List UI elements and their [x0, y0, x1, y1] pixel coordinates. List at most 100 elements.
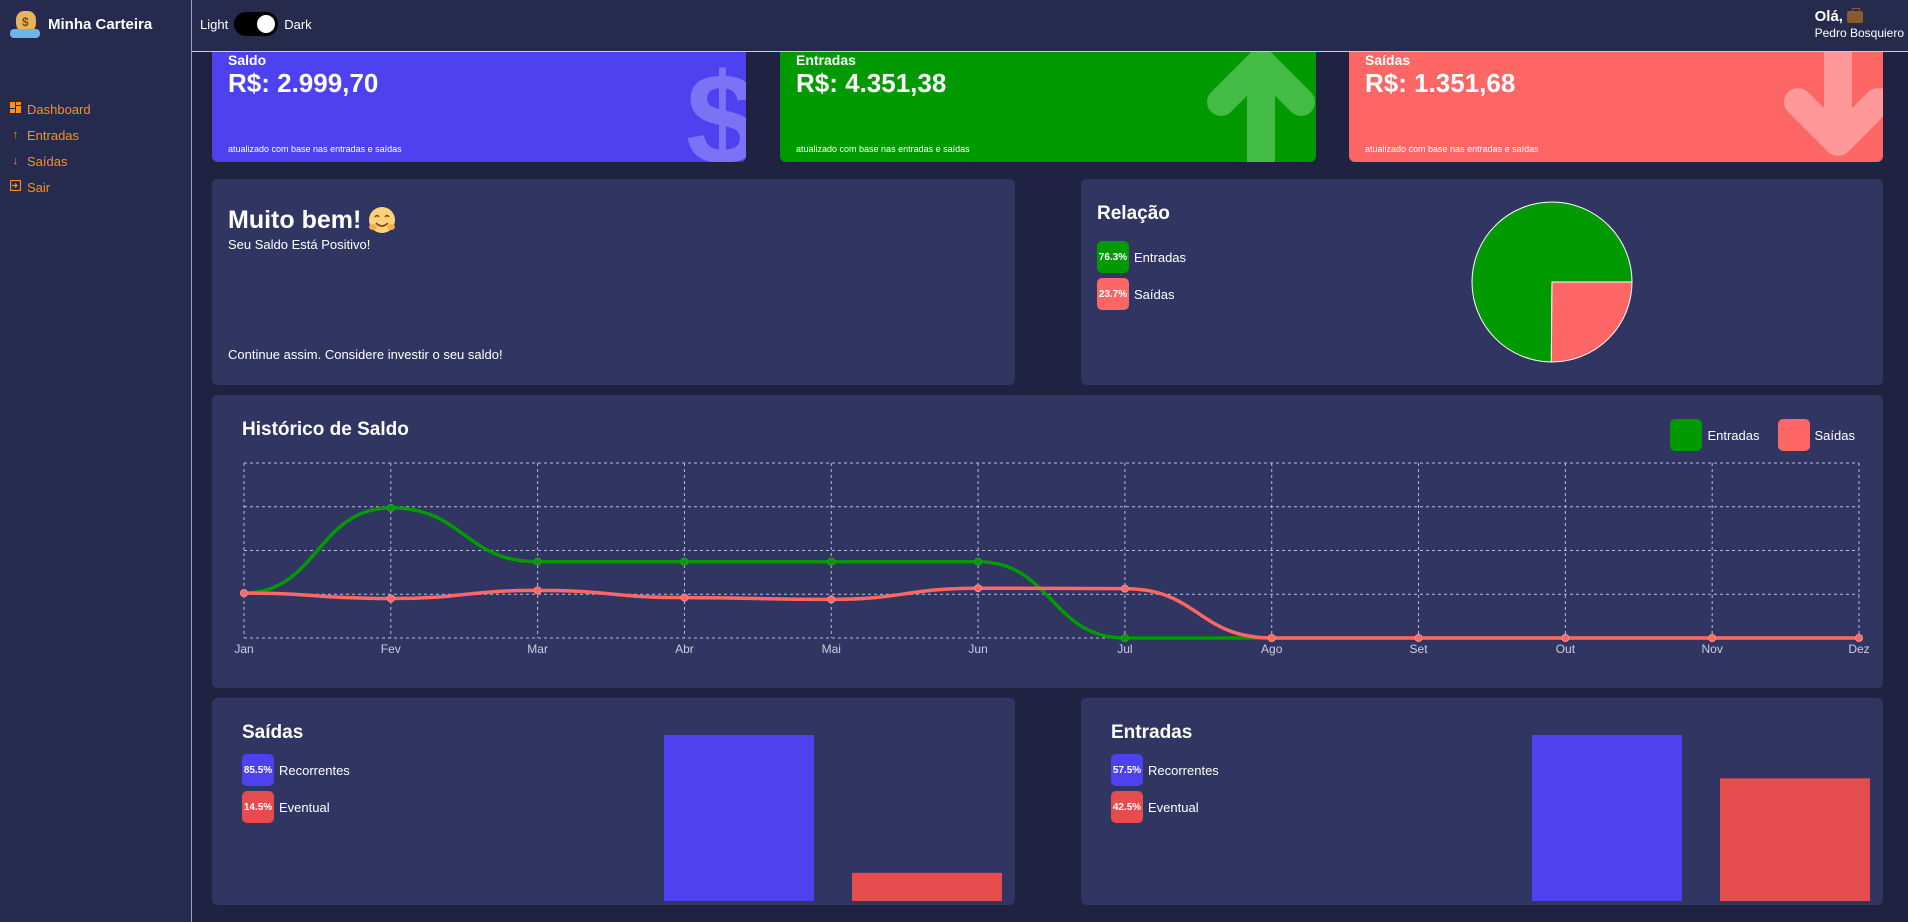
- historico-line-chart: Jan Fev Mar Abr Mai Jun Jul Ago Set Out Nov Dez: [234, 462, 1870, 656]
- sidebar-item-sair[interactable]: Sair: [9, 174, 91, 200]
- legend-chip: 76.3%: [1097, 241, 1129, 273]
- saidas-bar-panel: Saídas 85.5% Recorrentes 14.5% Eventual: [212, 698, 1015, 905]
- message-subtitle: Seu Saldo Está Positivo!: [228, 237, 371, 252]
- legend-item: 14.5% Eventual: [242, 791, 350, 823]
- x-tick-label: Dez: [1848, 642, 1869, 656]
- entradas-bar-panel: Entradas 57.5% Recorrentes 42.5% Eventua…: [1081, 698, 1883, 905]
- sidebar: Minha Carteira Dashboard ↑ Entradas ↓ Sa…: [0, 0, 192, 922]
- sidebar-item-dashboard[interactable]: Dashboard: [10, 96, 91, 122]
- wallet-card-saldo: Saldo R$: 2.999,70 atualizado com base n…: [212, 52, 746, 162]
- relacao-title: Relação: [1097, 203, 1170, 224]
- point-saidas: [1120, 584, 1129, 593]
- point-saidas: [974, 584, 983, 593]
- pie-slice-saidas: [1550, 281, 1633, 363]
- user-name: Pedro Bosquiero: [1814, 26, 1904, 40]
- arrow-down-icon: ↓: [12, 155, 19, 167]
- switch-knob: [257, 15, 276, 33]
- legend-item: 76.3% Entradas: [1097, 241, 1186, 273]
- dollar-icon: $: [686, 52, 746, 162]
- wallet-label: Saídas: [1365, 52, 1411, 68]
- point-saidas: [827, 595, 836, 604]
- svg-text:$: $: [686, 52, 746, 162]
- point-entradas: [1120, 634, 1129, 642]
- sidebar-item-label: Sair: [27, 179, 51, 195]
- sidebar-menu: Dashboard ↑ Entradas ↓ Saídas Sair: [9, 96, 91, 200]
- bar-eventual: [1720, 778, 1870, 901]
- sidebar-item-label: Saídas: [27, 153, 68, 169]
- point-saidas: [1855, 634, 1863, 642]
- legend-item: 23.7% Saídas: [1097, 278, 1186, 310]
- sidebar-item-entradas[interactable]: ↑ Entradas: [10, 122, 91, 148]
- x-tick-label: Nov: [1702, 642, 1723, 656]
- relacao-panel: Relação 76.3% Entradas 23.7% Saídas: [1081, 179, 1883, 385]
- legend-label: Recorrentes: [279, 762, 350, 778]
- legend-label: Saídas: [1134, 286, 1175, 302]
- top-header: Light Dark Olá, Pedro Bosquiero: [192, 0, 1908, 52]
- point-saidas: [1414, 634, 1423, 642]
- brand[interactable]: Minha Carteira: [10, 8, 152, 40]
- wallet-label: Saldo: [228, 52, 267, 68]
- legend-item: 57.5% Recorrentes: [1111, 754, 1219, 786]
- legend-label: Eventual: [1148, 799, 1199, 815]
- sidebar-item-saidas[interactable]: ↓ Saídas: [10, 148, 91, 174]
- x-tick-label: Jun: [968, 642, 987, 656]
- legend-label: Entradas: [1134, 249, 1187, 265]
- message-footer: Continue assim. Considere investir o seu…: [228, 347, 503, 362]
- point-entradas: [974, 557, 983, 566]
- point-saidas: [240, 589, 248, 598]
- wallet-amount: R$: 1.351,68: [1365, 68, 1516, 98]
- wallet-card-saidas: Saídas R$: 1.351,68 atualizado com base …: [1349, 52, 1883, 162]
- point-entradas: [827, 557, 836, 566]
- message-box: Muito bem! Seu Saldo Está Positivo! Cont…: [212, 179, 1015, 385]
- point-saidas: [1708, 634, 1717, 642]
- bar-eventual: [852, 872, 1002, 901]
- wallet-footer: atualizado com base nas entradas e saída…: [796, 144, 970, 154]
- legend-chip: 42.5%: [1111, 791, 1143, 823]
- briefcase-icon: [1846, 7, 1863, 23]
- point-entradas: [386, 503, 395, 512]
- entradas-legend: 57.5% Recorrentes 42.5% Eventual: [1111, 754, 1219, 828]
- x-tick-label: Set: [1410, 642, 1429, 656]
- sidebar-item-label: Entradas: [27, 127, 80, 143]
- x-tick-label: Jan: [234, 642, 253, 656]
- theme-toggle: Light Dark: [200, 12, 312, 36]
- theme-dark-label: Dark: [284, 16, 312, 32]
- legend-chip: 57.5%: [1111, 754, 1143, 786]
- legend-label: Eventual: [279, 799, 330, 815]
- theme-switch[interactable]: [234, 12, 279, 36]
- arrow-up-icon: [1207, 52, 1315, 162]
- sidebar-item-label: Dashboard: [27, 101, 91, 117]
- arrow-up-icon: ↑: [12, 129, 19, 141]
- legend-chip: 23.7%: [1097, 278, 1129, 310]
- wallet-label: Entradas: [796, 52, 856, 68]
- relacao-pie-chart: [1471, 201, 1633, 363]
- arrow-down-icon: [1784, 52, 1883, 156]
- user-profile: Olá, Pedro Bosquiero: [1814, 7, 1904, 40]
- point-saidas: [680, 593, 689, 602]
- bar-recorrentes: [1532, 735, 1682, 901]
- legend-label: Recorrentes: [1148, 762, 1219, 778]
- legend-item: 85.5% Recorrentes: [242, 754, 350, 786]
- x-tick-label: Mai: [822, 642, 841, 656]
- dashboard-icon: [10, 102, 21, 116]
- relacao-legend: 76.3% Entradas 23.7% Saídas: [1097, 241, 1186, 315]
- x-tick-label: Abr: [675, 642, 694, 656]
- message-title: Muito bem!: [228, 205, 362, 234]
- line-series-entradas: [243, 506, 1859, 640]
- bar-recorrentes: [664, 735, 814, 901]
- point-saidas: [386, 594, 395, 603]
- greeting: Olá,: [1814, 8, 1843, 25]
- wallet-footer: atualizado com base nas entradas e saída…: [1365, 144, 1539, 154]
- x-tick-label: Mar: [527, 642, 548, 656]
- entradas-panel-title: Entradas: [1111, 722, 1193, 743]
- legend-item: 42.5% Eventual: [1111, 791, 1219, 823]
- x-tick-label: Jul: [1117, 642, 1132, 656]
- wallet-amount: R$: 2.999,70: [228, 68, 379, 98]
- saidas-panel-title: Saídas: [242, 722, 304, 743]
- happy-emoji-icon: [369, 207, 396, 233]
- app-title: Minha Carteira: [48, 15, 153, 33]
- x-tick-label: Ago: [1261, 642, 1283, 656]
- point-saidas: [1561, 634, 1570, 642]
- x-tick-label: Out: [1556, 642, 1576, 656]
- legend-chip: 14.5%: [242, 791, 274, 823]
